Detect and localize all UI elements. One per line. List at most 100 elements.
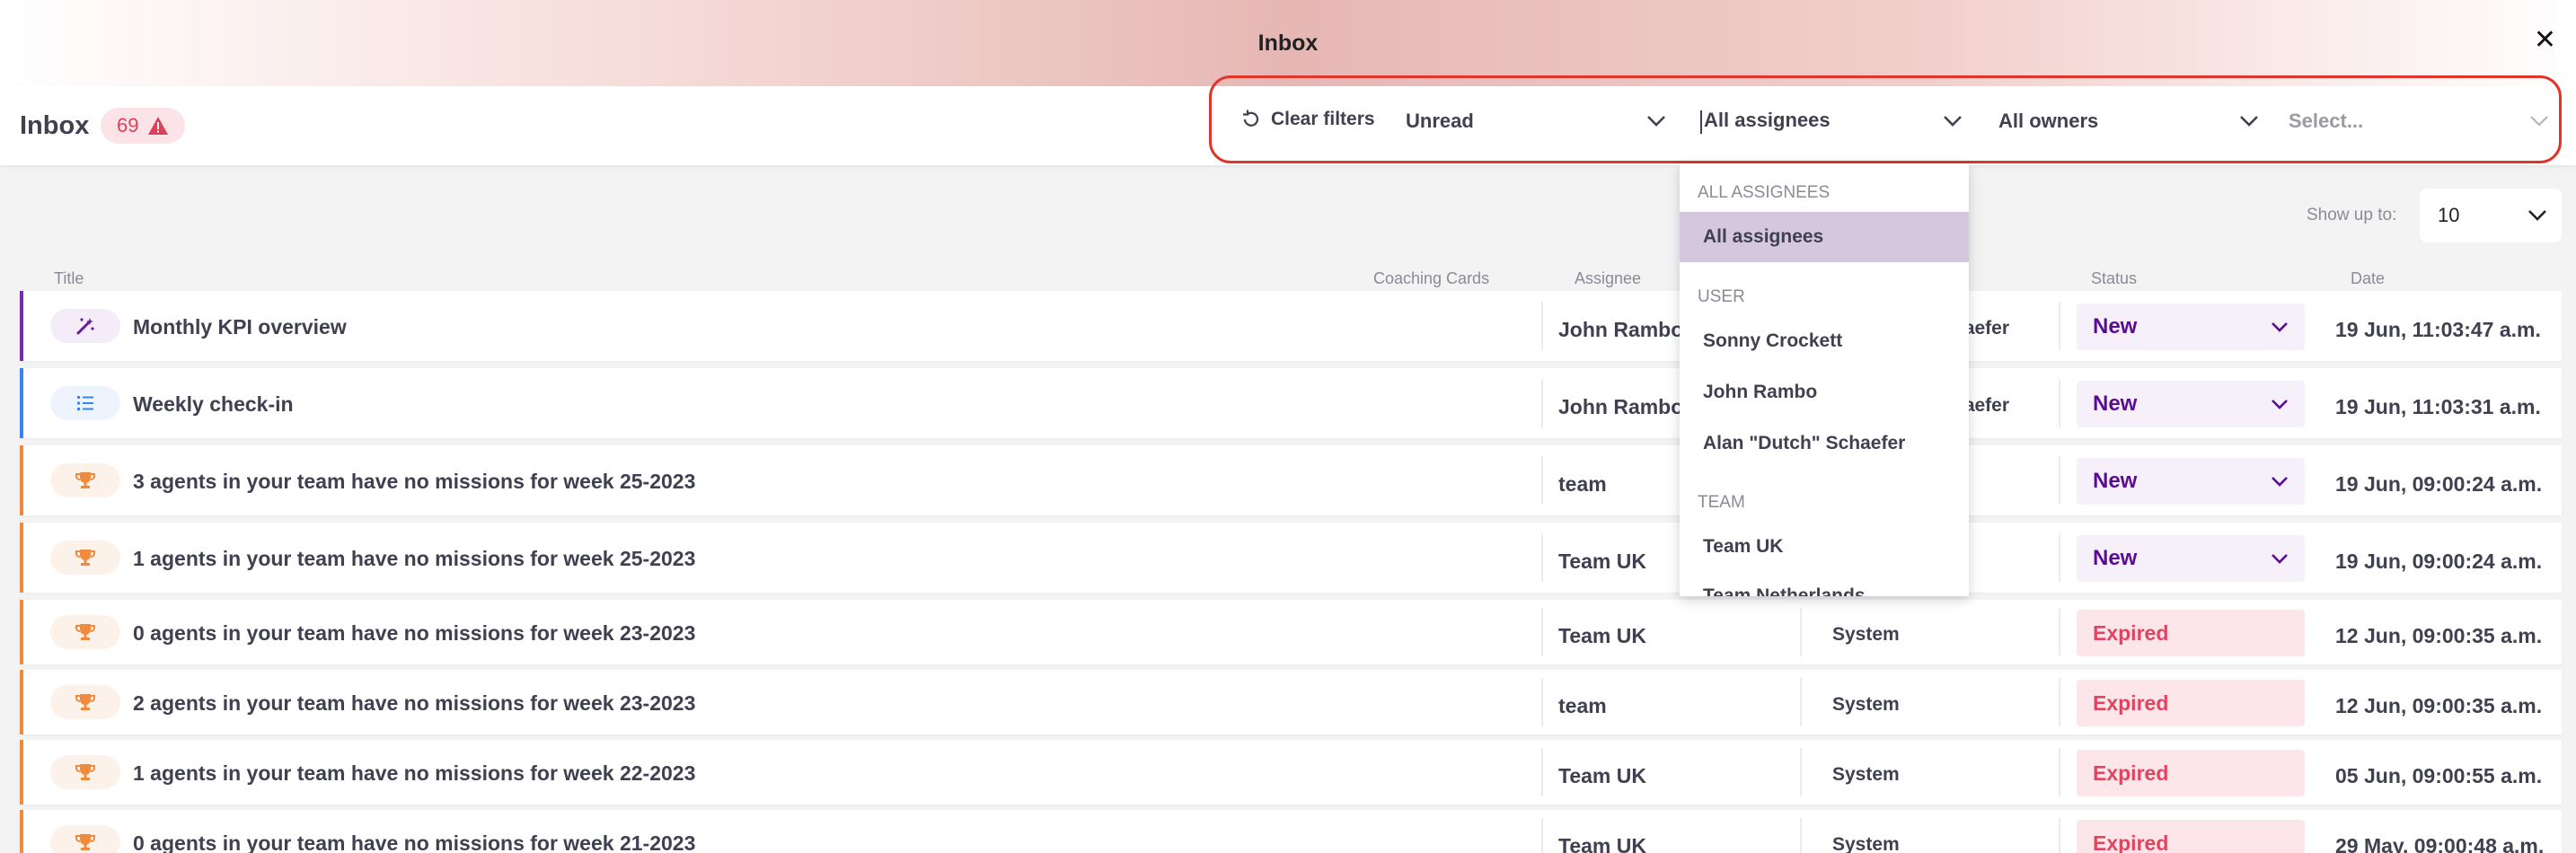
column-divider bbox=[2059, 608, 2060, 656]
column-divider bbox=[1541, 533, 1543, 582]
row-date: 29 May, 09:00:48 a.m. bbox=[2335, 834, 2545, 853]
table-row[interactable]: Monthly KPI overview John Rambo haefer New 1… bbox=[20, 291, 2562, 361]
trophy-icon bbox=[75, 547, 96, 568]
dropdown-group-all: All assignees bbox=[1698, 183, 1831, 202]
assignee-dropdown-menu: All assignees All assignees User Sonny C… bbox=[1680, 163, 1969, 596]
status-select[interactable]: Expired bbox=[2077, 680, 2305, 726]
warning-icon bbox=[148, 117, 169, 135]
row-date: 19 Jun, 09:00:24 a.m. bbox=[2335, 550, 2543, 573]
column-divider bbox=[2059, 456, 2060, 505]
filter-bar: Clear filters Unread All assignees All o… bbox=[1209, 75, 2562, 163]
dropdown-group-user: User bbox=[1698, 287, 1745, 306]
unread-count-badge: 69 bbox=[101, 108, 186, 144]
assignee-select[interactable]: All assignees bbox=[1700, 96, 1963, 146]
status-value: Expired bbox=[2093, 831, 2169, 853]
row-assignee: John Rambo bbox=[1558, 318, 1684, 341]
row-title[interactable]: 1 agents in your team have no missions f… bbox=[133, 761, 695, 786]
extra-filter-select[interactable]: Select... bbox=[2289, 96, 2549, 146]
column-divider bbox=[1541, 818, 1543, 853]
assignee-select-value: All assignees bbox=[1704, 109, 1831, 132]
table-row[interactable]: 0 agents in your team have no missions f… bbox=[20, 600, 2562, 664]
title-bar: Inbox ✕ bbox=[0, 0, 2576, 86]
status-select[interactable]: Expired bbox=[2077, 750, 2305, 796]
trophy-icon bbox=[75, 621, 96, 643]
read-status-select[interactable]: Unread bbox=[1406, 96, 1666, 146]
row-type-badge bbox=[50, 541, 120, 575]
row-assignee: John Rambo bbox=[1558, 395, 1684, 418]
column-divider bbox=[1800, 608, 1802, 656]
status-value: New bbox=[2093, 546, 2138, 570]
row-type-badge bbox=[50, 755, 120, 789]
status-value: New bbox=[2093, 391, 2138, 416]
dropdown-option-label: All assignees bbox=[1703, 226, 1824, 247]
row-title[interactable]: 2 agents in your team have no missions f… bbox=[133, 691, 695, 716]
chevron-down-icon bbox=[2272, 476, 2288, 487]
status-select[interactable]: Expired bbox=[2077, 820, 2305, 853]
row-date: 19 Jun, 09:00:24 a.m. bbox=[2335, 472, 2543, 496]
table-row[interactable]: 0 agents in your team have no missions f… bbox=[20, 810, 2562, 853]
status-value: New bbox=[2093, 469, 2138, 493]
table-row[interactable]: Weekly check-in John Rambo haefer New 19 Jun… bbox=[20, 368, 2562, 438]
row-title[interactable]: Weekly check-in bbox=[133, 392, 294, 417]
row-assignee: Team UK bbox=[1558, 764, 1646, 787]
row-assignee: Team UK bbox=[1558, 550, 1646, 573]
row-assignee: Team UK bbox=[1558, 624, 1646, 647]
table-row[interactable]: 3 agents in your team have no missions f… bbox=[20, 445, 2562, 515]
row-owner: System bbox=[1832, 694, 1900, 715]
column-divider bbox=[1541, 678, 1543, 726]
dropdown-option-user[interactable]: Sonny Crockett bbox=[1680, 316, 1969, 366]
clear-filters-button[interactable]: Clear filters bbox=[1240, 109, 1375, 130]
status-select[interactable]: Expired bbox=[2077, 610, 2305, 656]
row-type-badge bbox=[50, 309, 120, 343]
show-up-to-value: 10 bbox=[2438, 204, 2460, 226]
status-select[interactable]: New bbox=[2077, 458, 2305, 505]
row-title[interactable]: 0 agents in your team have no missions f… bbox=[133, 621, 695, 646]
row-title[interactable]: Monthly KPI overview bbox=[133, 315, 347, 339]
row-assignee: team bbox=[1558, 472, 1607, 496]
trophy-icon bbox=[75, 761, 96, 783]
trophy-icon bbox=[75, 691, 96, 713]
row-title[interactable]: 3 agents in your team have no missions f… bbox=[133, 470, 695, 494]
row-owner: System bbox=[1832, 624, 1900, 645]
row-owner: System bbox=[1832, 764, 1900, 785]
row-type-badge bbox=[50, 615, 120, 649]
owner-select[interactable]: All owners bbox=[1998, 96, 2259, 146]
row-date: 12 Jun, 09:00:35 a.m. bbox=[2335, 694, 2543, 717]
dropdown-option-user[interactable]: John Rambo bbox=[1680, 367, 1969, 418]
status-select[interactable]: New bbox=[2077, 535, 2305, 582]
show-up-to-select[interactable]: 10 bbox=[2420, 189, 2562, 242]
column-divider bbox=[2059, 302, 2060, 350]
status-value: Expired bbox=[2093, 761, 2169, 785]
read-status-value: Unread bbox=[1406, 110, 1474, 132]
dropdown-option-team[interactable]: Team UK bbox=[1680, 522, 1969, 572]
chevron-down-icon bbox=[1647, 116, 1665, 127]
row-assignee: Team UK bbox=[1558, 834, 1646, 853]
dropdown-option-team[interactable]: Team Netherlands bbox=[1680, 571, 1969, 596]
close-icon[interactable]: ✕ bbox=[2534, 27, 2556, 54]
status-select[interactable]: New bbox=[2077, 381, 2305, 427]
column-divider bbox=[1800, 748, 1802, 796]
status-value: Expired bbox=[2093, 690, 2169, 715]
badge-count: 69 bbox=[117, 114, 139, 136]
chevron-down-icon bbox=[2240, 116, 2258, 127]
table-row[interactable]: 1 agents in your team have no missions f… bbox=[20, 740, 2562, 805]
chevron-down-icon bbox=[2528, 210, 2546, 221]
dropdown-group-team: Team bbox=[1698, 493, 1745, 512]
dropdown-option-label: John Rambo bbox=[1703, 382, 1818, 402]
row-title[interactable]: 0 agents in your team have no missions f… bbox=[133, 831, 695, 853]
column-divider bbox=[1800, 678, 1802, 726]
column-divider bbox=[2059, 533, 2060, 582]
dropdown-option-label: Sonny Crockett bbox=[1703, 330, 1843, 351]
dropdown-option-user[interactable]: Alan "Dutch" Schaefer bbox=[1680, 418, 1969, 469]
show-up-to-label: Show up to: bbox=[2307, 206, 2397, 224]
column-divider bbox=[1541, 456, 1543, 505]
chevron-down-icon bbox=[2272, 321, 2288, 332]
chevron-down-icon bbox=[2530, 116, 2548, 127]
row-title[interactable]: 1 agents in your team have no missions f… bbox=[133, 547, 695, 571]
table-row[interactable]: 2 agents in your team have no missions f… bbox=[20, 670, 2562, 734]
table-row[interactable]: 1 agents in your team have no missions f… bbox=[20, 523, 2562, 593]
chevron-down-icon bbox=[1944, 116, 1962, 127]
status-select[interactable]: New bbox=[2077, 303, 2305, 350]
dropdown-option-all-assignees[interactable]: All assignees bbox=[1680, 212, 1969, 262]
status-value: New bbox=[2093, 314, 2138, 339]
